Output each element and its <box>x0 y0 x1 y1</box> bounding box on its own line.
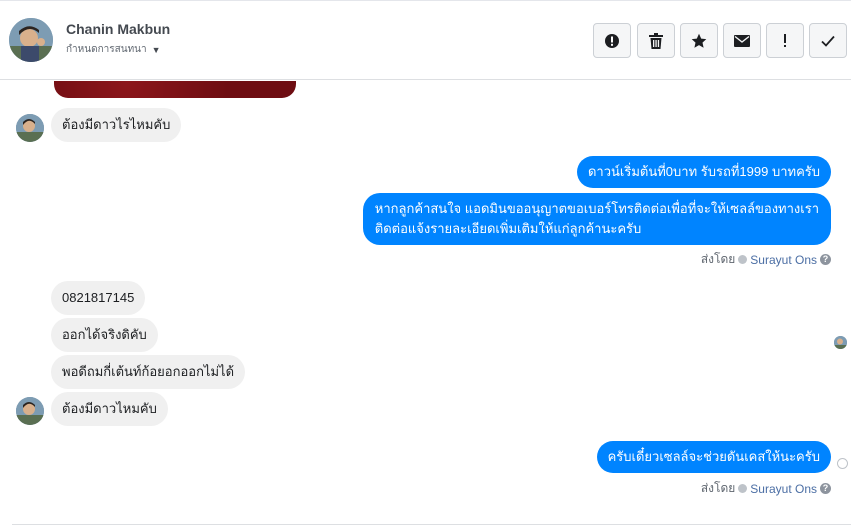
important-button[interactable] <box>766 23 804 58</box>
conversation-status-dropdown[interactable]: กำหนดการสนทนา ▼ <box>66 42 161 57</box>
help-icon[interactable]: ? <box>820 254 831 265</box>
seen-by-avatar <box>834 336 847 349</box>
outgoing-message[interactable]: ครับเดี๋ยวเซลล์จะช่วยดันเคสให้นะครับ <box>596 441 831 473</box>
done-button[interactable] <box>809 23 847 58</box>
sent-by-prefix: ส่งโดย <box>700 252 736 266</box>
delete-button[interactable] <box>637 23 675 58</box>
conversation-thread: ต้องมีดาวไรไหมคับ ดาวน์เริ่มต้นที่0บาท ร… <box>0 81 851 526</box>
check-icon <box>821 35 835 47</box>
sender-badge-icon <box>738 255 748 264</box>
composer-divider <box>12 524 851 525</box>
contact-avatar[interactable] <box>9 18 53 62</box>
conversation-status-label: กำหนดการสนทนา <box>66 44 147 55</box>
exclamation-icon <box>784 33 786 47</box>
sent-by-label: ส่งโดย Surayut Ons ? <box>701 479 831 498</box>
incoming-message[interactable]: ออกได้จริงดิคับ <box>51 318 158 352</box>
contact-avatar-small <box>16 397 44 425</box>
incoming-message[interactable]: 0821817145 <box>51 281 146 315</box>
outgoing-message[interactable]: ดาวน์เริ่มต้นที่0บาท รับรถที่1999 บาทครั… <box>576 156 831 188</box>
sender-name-link[interactable]: Surayut Ons <box>750 253 817 267</box>
contact-name[interactable]: Chanin Makbun <box>66 21 170 37</box>
star-button[interactable] <box>680 23 718 58</box>
trash-icon <box>649 32 663 49</box>
spam-button[interactable] <box>593 23 631 58</box>
envelope-icon <box>734 34 750 47</box>
message-line: ติดต่อแจ้งรายละเอียดเพิ่มเติมให้แก่ลูกค้… <box>374 221 642 236</box>
outgoing-message[interactable]: หากลูกค้าสนใจ แอดมินขออนุญาตขอเบอร์โทรติ… <box>362 193 831 245</box>
incoming-message[interactable]: ต้องมีดาวไรไหมคับ <box>51 108 182 142</box>
conversation-header: Chanin Makbun กำหนดการสนทนา ▼ <box>0 1 851 80</box>
star-icon <box>691 33 707 48</box>
incoming-message[interactable]: ต้องมีดาวไหมคับ <box>51 392 168 426</box>
delivered-status-icon <box>837 458 848 469</box>
mark-unread-button[interactable] <box>723 23 761 58</box>
alert-circle-icon <box>605 33 619 48</box>
message-line: หากลูกค้าสนใจ แอดมินขออนุญาตขอเบอร์โทรติ… <box>374 201 819 216</box>
sender-name-link[interactable]: Surayut Ons <box>750 482 817 496</box>
sender-badge-icon <box>738 484 748 493</box>
shared-image-partial[interactable] <box>54 81 296 98</box>
help-icon[interactable]: ? <box>820 483 831 494</box>
contact-avatar-small <box>16 114 44 142</box>
caret-down-icon: ▼ <box>151 44 161 55</box>
incoming-message[interactable]: พอดีถมกี่เต้นท์ก้อยอกออกไม่ได้ <box>51 355 246 389</box>
sent-by-label: ส่งโดย Surayut Ons ? <box>701 250 831 269</box>
sent-by-prefix: ส่งโดย <box>700 481 736 495</box>
